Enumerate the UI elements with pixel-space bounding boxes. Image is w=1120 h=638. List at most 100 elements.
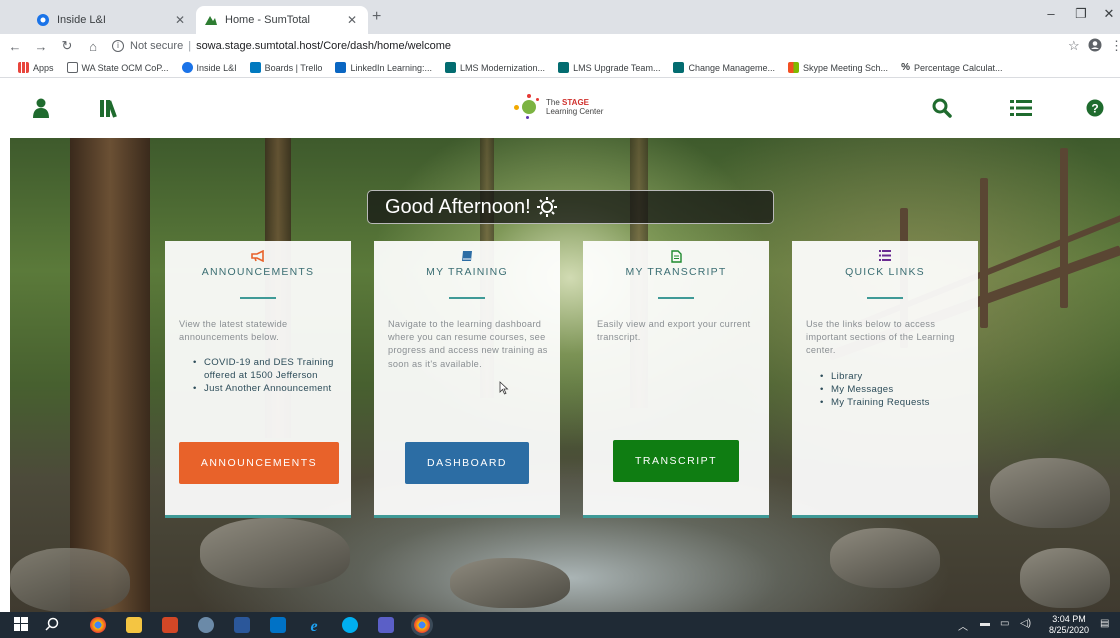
stage-learning-center-logo[interactable]: The STAGE Learning Center — [512, 94, 603, 120]
linkedin-icon — [335, 62, 347, 73]
sharepoint-icon — [673, 62, 685, 73]
new-tab-button[interactable]: + — [372, 8, 381, 26]
windows-taskbar: e ︿ ▬ ▭ ◁) 3:04 PM 8/25/2020 ▤ — [0, 612, 1120, 638]
card-title: ANNOUNCEMENTS — [201, 266, 315, 278]
rock — [1020, 548, 1110, 608]
home-icon[interactable]: ⌂ — [82, 39, 104, 54]
close-icon[interactable]: ✕ — [344, 13, 360, 27]
word-icon[interactable] — [234, 617, 250, 633]
url-text: sowa.stage.sumtotal.host/Core/dash/home/… — [196, 40, 452, 52]
reload-icon[interactable]: ↻ — [56, 38, 78, 54]
bookmark-label: LMS Upgrade Team... — [573, 62, 661, 73]
logo-prefix: The — [546, 98, 560, 107]
card-icon-wrap — [583, 250, 769, 263]
card-divider — [867, 297, 903, 299]
bookmark-wa-state-ocm[interactable]: WA State OCM CoP... — [66, 62, 169, 73]
quick-links-list: Library My Messages My Training Requests — [806, 370, 966, 409]
card-icon-wrap — [165, 250, 351, 262]
file-explorer-icon[interactable] — [126, 617, 142, 633]
back-icon[interactable]: ← — [4, 39, 26, 54]
tree-trunk-left — [70, 138, 150, 612]
network-icon[interactable]: ▭ — [1000, 618, 1009, 629]
user-profile-icon[interactable] — [30, 96, 52, 120]
skype-icon[interactable] — [342, 617, 358, 633]
tab-title: Inside L&I — [57, 14, 106, 26]
volume-icon[interactable]: ◁) — [1020, 618, 1031, 629]
security-label: Not secure — [130, 40, 184, 52]
maximize-button[interactable]: ❐ — [1066, 6, 1096, 22]
help-icon[interactable]: ? — [1084, 96, 1106, 120]
percent-icon: % — [901, 62, 910, 73]
search-icon[interactable] — [930, 96, 954, 120]
card-description: Easily view and export your current tran… — [597, 318, 757, 344]
library-icon[interactable] — [98, 96, 124, 120]
mountain-icon — [204, 13, 218, 27]
bookmark-percentage-calculator[interactable]: % Percentage Calculat... — [901, 62, 1002, 73]
quick-link-my-training-requests[interactable]: My Training Requests — [820, 396, 966, 409]
battery-icon[interactable]: ▬ — [980, 618, 990, 629]
chevron-up-icon[interactable]: ︿ — [958, 618, 968, 633]
address-bar[interactable]: i Not secure | sowa.stage.sumtotal.host/… — [112, 36, 942, 56]
book-icon — [462, 251, 472, 261]
transcript-button[interactable]: TRANSCRIPT — [613, 440, 739, 482]
megaphone-icon — [251, 250, 264, 262]
tab-home-sumtotal[interactable]: Home - SumTotal ✕ — [196, 6, 368, 34]
close-window-button[interactable]: ✕ — [1094, 6, 1120, 22]
profile-icon[interactable] — [1088, 38, 1102, 55]
rock — [830, 528, 940, 588]
inside-li-icon — [36, 13, 50, 27]
apps-grid-icon — [18, 62, 29, 73]
announcements-button[interactable]: ANNOUNCEMENTS — [179, 442, 339, 484]
card-title: QUICK LINKS — [845, 266, 925, 278]
bookmark-skype-meeting[interactable]: Skype Meeting Sch... — [788, 62, 888, 73]
bookmark-change-management[interactable]: Change Manageme... — [673, 62, 775, 73]
bookmark-star-icon[interactable]: ☆ — [1068, 38, 1080, 54]
bookmark-lms-modernization[interactable]: LMS Modernization... — [445, 62, 545, 73]
forward-icon[interactable]: → — [30, 39, 52, 54]
bookmark-label: Apps — [33, 62, 54, 73]
description-text: View the latest statewide announcements … — [179, 319, 288, 343]
bookmark-linkedin[interactable]: LinkedIn Learning:... — [335, 62, 432, 73]
teams-icon[interactable] — [378, 617, 394, 633]
search-icon[interactable] — [45, 617, 61, 633]
quick-link-my-messages[interactable]: My Messages — [820, 383, 966, 396]
sun-icon — [536, 197, 557, 217]
bookmark-label: Skype Meeting Sch... — [803, 62, 889, 73]
my-training-card: MY TRAINING Navigate to the learning das… — [374, 241, 560, 518]
dashboard-button[interactable]: DASHBOARD — [405, 442, 529, 484]
chrome-active-icon[interactable] — [414, 617, 430, 633]
browser-tab-strip: Inside L&I ✕ Home - SumTotal ✕ + – ❐ ✕ — [0, 0, 1120, 34]
card-description: View the latest statewide announcements … — [179, 318, 339, 395]
powerpoint-icon[interactable] — [162, 617, 178, 633]
bookmark-label: Inside L&I — [196, 62, 237, 73]
quick-link-library[interactable]: Library — [820, 370, 966, 383]
description-text: Use the links below to access important … — [806, 319, 955, 356]
info-icon[interactable]: i — [112, 40, 124, 52]
outlook-icon[interactable] — [270, 617, 286, 633]
bookmarks-bar: Apps WA State OCM CoP... Inside L&I Boar… — [0, 58, 1120, 78]
app-icon[interactable] — [198, 617, 214, 633]
card-divider — [240, 297, 276, 299]
chrome-icon[interactable] — [90, 617, 106, 633]
list-item[interactable]: Just Another Announcement — [193, 382, 339, 395]
tab-inside-li[interactable]: Inside L&I ✕ — [28, 6, 196, 34]
bookmark-label: WA State OCM CoP... — [81, 62, 169, 73]
quick-links-card: QUICK LINKS Use the links below to acces… — [792, 241, 978, 518]
sharepoint-icon — [558, 62, 570, 73]
notifications-icon[interactable]: ▤ — [1100, 618, 1109, 629]
clock-date: 8/25/2020 — [1048, 625, 1090, 635]
system-clock[interactable]: 3:04 PM 8/25/2020 — [1048, 614, 1090, 636]
close-icon[interactable]: ✕ — [172, 13, 188, 27]
menu-kebab-icon[interactable]: ⋮ — [1110, 38, 1120, 54]
card-description: Use the links below to access important … — [806, 318, 966, 409]
bookmark-inside-li[interactable]: Inside L&I — [181, 62, 237, 73]
windows-start-icon[interactable] — [14, 617, 30, 633]
list-item[interactable]: COVID-19 and DES Training offered at 150… — [193, 356, 339, 382]
bookmark-apps[interactable]: Apps — [18, 62, 54, 73]
bookmark-trello[interactable]: Boards | Trello — [249, 62, 322, 73]
minimize-button[interactable]: – — [1036, 6, 1066, 21]
bookmark-lms-upgrade[interactable]: LMS Upgrade Team... — [558, 62, 660, 73]
internet-explorer-icon[interactable]: e — [306, 617, 322, 635]
list-menu-icon[interactable] — [1008, 96, 1034, 120]
card-divider — [449, 297, 485, 299]
